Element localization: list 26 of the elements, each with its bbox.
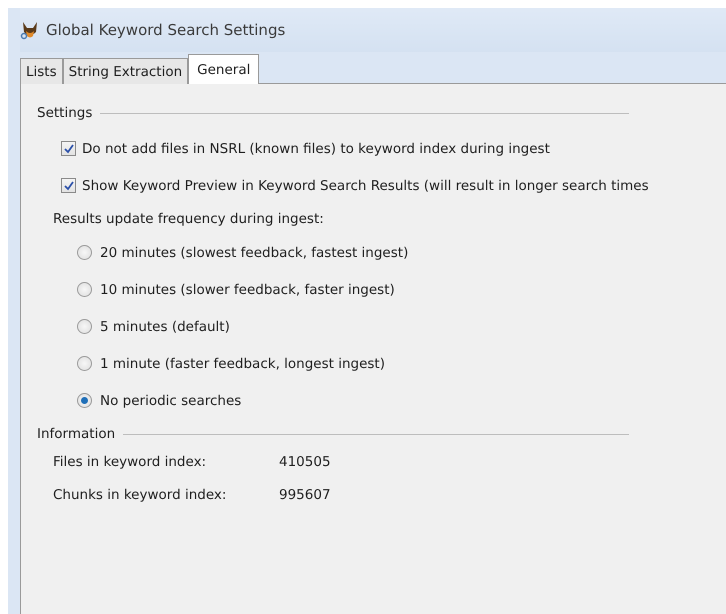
tab[interactable]: String Extraction	[62, 58, 188, 84]
radio-label: 20 minutes (slowest feedback, fastest ingest)	[100, 244, 408, 260]
checkbox[interactable]	[61, 141, 76, 156]
frequency-label: Results update frequency during ingest:	[53, 211, 324, 227]
radio-label: 10 minutes (slower feedback, faster ingest)	[100, 282, 395, 298]
info-label: Chunks in keyword index:	[53, 486, 228, 502]
radio-label: No periodic searches	[100, 392, 242, 408]
radio-button[interactable]	[77, 356, 92, 371]
radio-button[interactable]	[77, 319, 92, 334]
radio-label: 5 minutes (default)	[100, 318, 230, 334]
checkbox-label: Show Keyword Preview in Keyword Search Results (will result in longer search times	[82, 178, 649, 194]
window-title: Global Keyword Search Settings	[46, 21, 286, 39]
group-heading: Settings	[37, 105, 92, 121]
app-icon	[20, 20, 40, 40]
radio-button[interactable]	[77, 245, 92, 260]
info-label: Files in keyword index:	[53, 454, 208, 470]
tab[interactable]: Lists	[20, 58, 63, 84]
tab[interactable]: General	[188, 54, 260, 85]
radio-label: 1 minute (faster feedback, longest ingest)	[100, 356, 385, 372]
info-value: 410505	[279, 454, 331, 470]
info-value: 995607	[279, 486, 331, 502]
radio-button[interactable]	[77, 393, 92, 408]
group-heading: Information	[37, 426, 116, 442]
checkbox[interactable]	[61, 178, 76, 193]
checkbox-label: Do not add files in NSRL (known files) to keyword index during ingest	[82, 140, 550, 156]
radio-button[interactable]	[77, 282, 92, 297]
